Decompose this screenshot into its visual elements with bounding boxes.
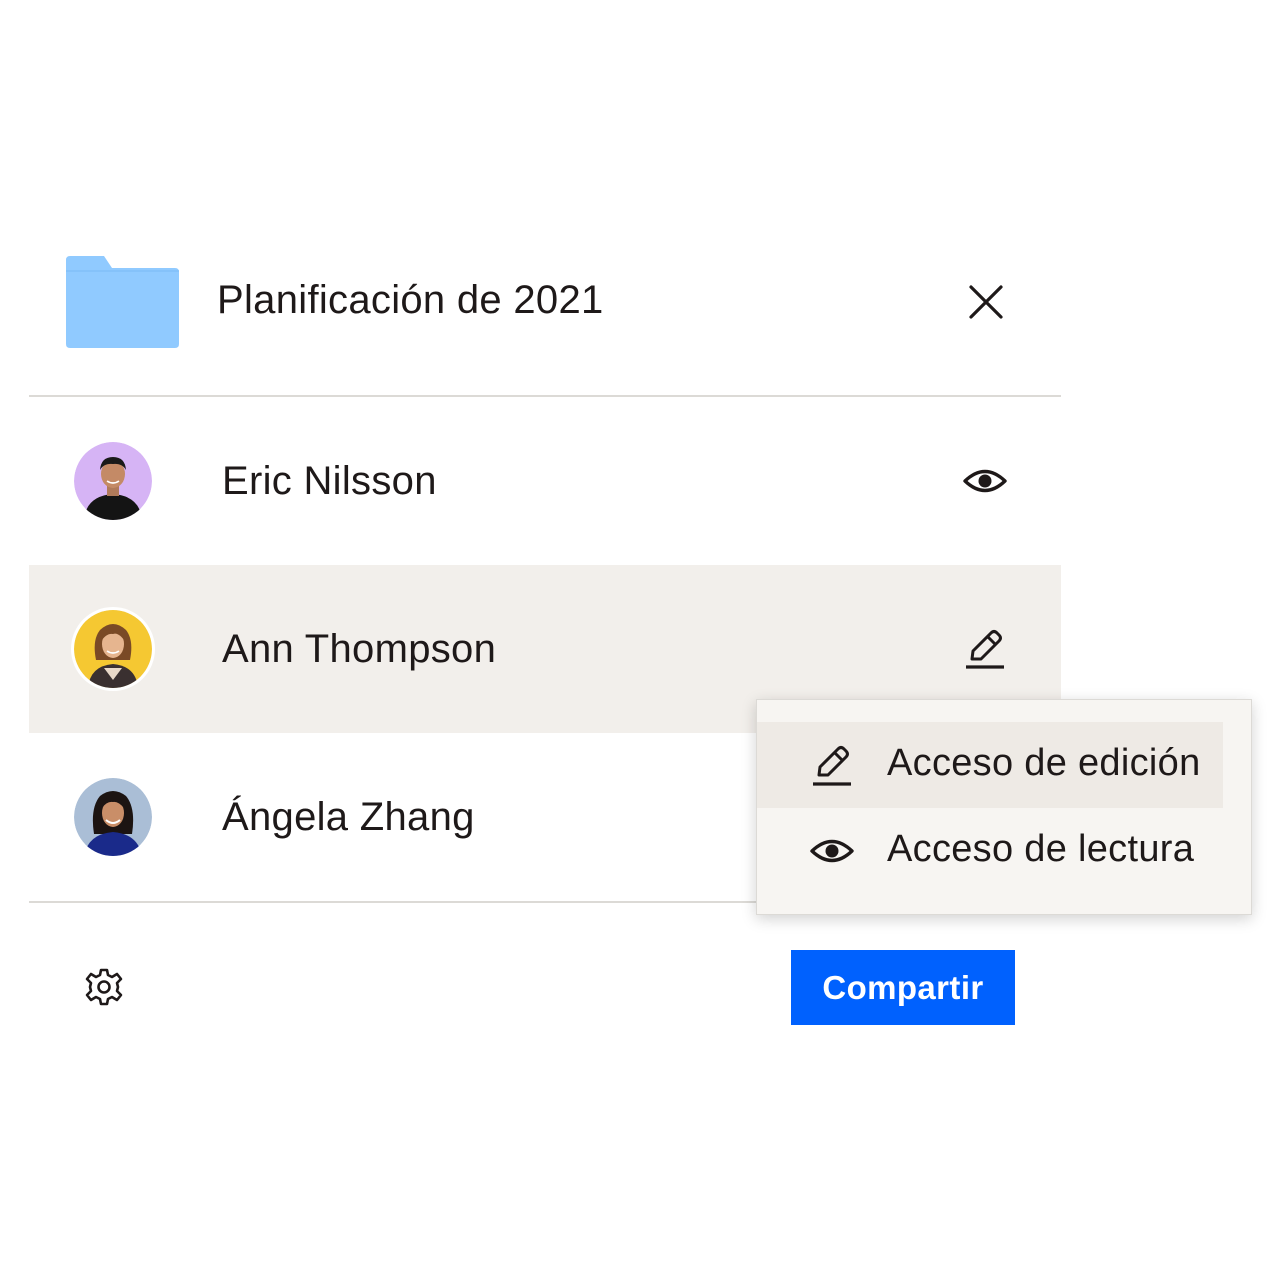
- avatar: [74, 610, 152, 688]
- menu-item-edit-access[interactable]: Acceso de edición: [757, 722, 1223, 808]
- gear-icon[interactable]: [84, 967, 124, 1007]
- close-icon[interactable]: [967, 283, 1005, 321]
- menu-item-read-access[interactable]: Acceso de lectura: [757, 808, 1223, 894]
- member-name: Ángela Zhang: [222, 795, 475, 839]
- folder-title: Planificación de 2021: [217, 278, 604, 322]
- member-name: Eric Nilsson: [222, 459, 437, 503]
- permission-menu: Acceso de edición Acceso de lectura: [756, 699, 1252, 915]
- avatar: [74, 442, 152, 520]
- pencil-icon[interactable]: [962, 628, 1008, 670]
- share-button[interactable]: Compartir: [791, 950, 1015, 1025]
- dialog-header: Planificación de 2021: [29, 230, 1061, 397]
- menu-item-label: Acceso de lectura: [887, 828, 1195, 870]
- eye-icon: [810, 839, 854, 863]
- menu-item-label: Acceso de edición: [887, 742, 1201, 784]
- member-name: Ann Thompson: [222, 627, 497, 671]
- pencil-icon: [813, 746, 851, 786]
- share-dialog-canvas: Planificación de 2021 Eric Nilsson Ann T…: [0, 0, 1280, 1280]
- folder-icon: [66, 256, 179, 348]
- member-row[interactable]: Eric Nilsson: [29, 397, 1061, 565]
- avatar: [74, 778, 152, 856]
- eye-icon[interactable]: [962, 460, 1008, 502]
